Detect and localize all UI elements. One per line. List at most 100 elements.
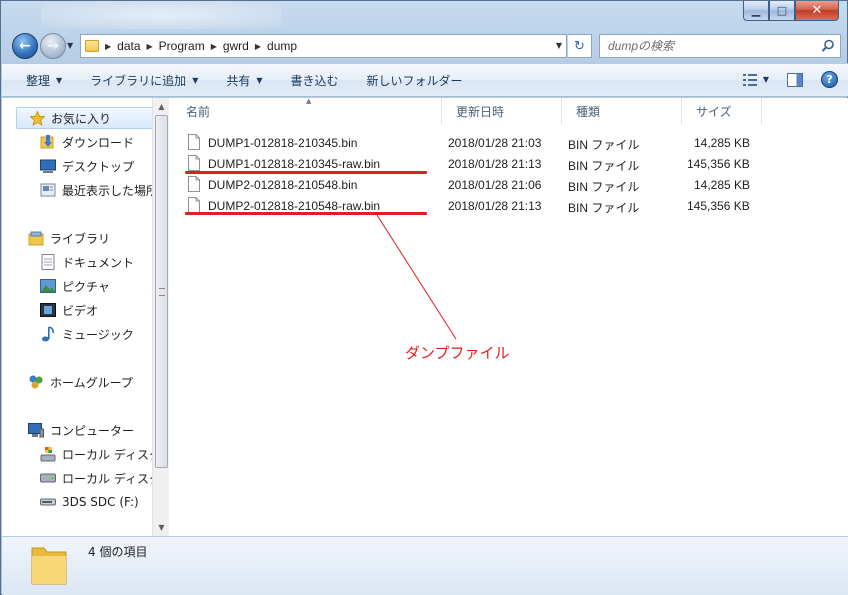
removable-drive-icon [40, 494, 56, 510]
file-name: DUMP1-012818-210345.bin [208, 136, 358, 150]
main-area: お気に入り ダウンロード デスクトップ 最近表示した場所 ライブラリ ドキュメン… [2, 97, 848, 536]
nav-item-desktop[interactable]: デスクトップ [40, 155, 134, 177]
address-dropdown-icon[interactable]: ▼ [556, 41, 562, 50]
nav-item-downloads[interactable]: ダウンロード [40, 131, 134, 153]
burn-button[interactable]: 書き込む [275, 64, 351, 96]
caret-down-icon: ▼ [256, 75, 263, 85]
maximize-icon: □ [776, 4, 788, 17]
share-menu[interactable]: 共有 ▼ [210, 64, 274, 96]
search-input[interactable] [608, 39, 808, 53]
column-header-size[interactable]: サイズ [682, 98, 762, 124]
refresh-button[interactable]: ↻ [568, 34, 592, 58]
nav-scrollbar[interactable]: ▲ ▼ [152, 98, 169, 536]
file-type: BIN ファイル [568, 201, 640, 215]
search-box[interactable] [599, 34, 841, 58]
file-date: 2018/01/28 21:03 [448, 136, 542, 150]
address-row: ← → ▼ ▶ data ▶ Program ▶ gwrd ▶ dump ▼ ↻ [1, 31, 847, 61]
file-name: DUMP2-012818-210548-raw.bin [208, 199, 381, 213]
folder-icon [85, 40, 99, 52]
breadcrumb-item[interactable]: data [117, 39, 140, 53]
file-name: DUMP1-012818-210345-raw.bin [208, 157, 381, 171]
nav-item-sd-card[interactable]: 3DS SDC (F:) [40, 491, 139, 513]
file-size: 145,356 KB [687, 157, 750, 171]
music-note-icon [40, 326, 56, 342]
nav-label: ダウンロード [62, 135, 135, 150]
column-headers: ▲ 名前 更新日時 種類 サイズ [172, 97, 848, 124]
column-header-name[interactable]: 名前 [172, 98, 442, 124]
search-icon[interactable] [821, 39, 835, 53]
system-drive-icon [40, 446, 56, 462]
nav-label: ローカル ディスク [62, 471, 152, 486]
maximize-button[interactable]: □ [769, 1, 795, 21]
annotation-pointer-line [376, 214, 457, 340]
file-icon [188, 197, 200, 213]
nav-item-favorites[interactable]: お気に入り [16, 107, 152, 129]
view-dropdown-icon[interactable]: ▼ [763, 75, 769, 84]
homegroup-icon [28, 374, 44, 390]
nav-item-music[interactable]: ミュージック [40, 323, 134, 345]
organize-label: 整理 [26, 73, 51, 88]
recent-pages-dropdown[interactable]: ▼ [67, 41, 73, 50]
caret-down-icon: ▼ [192, 75, 199, 85]
nav-item-homegroup[interactable]: ホームグループ [28, 371, 133, 393]
caret-down-icon: ▼ [56, 75, 63, 85]
nav-item-videos[interactable]: ビデオ [40, 299, 98, 321]
nav-item-recent[interactable]: 最近表示した場所 [40, 179, 152, 201]
minimize-button[interactable]: ▁ [743, 1, 769, 21]
nav-label: ビデオ [62, 303, 99, 318]
address-bar[interactable]: ▶ data ▶ Program ▶ gwrd ▶ dump ▼ [80, 34, 567, 58]
chevron-right-icon[interactable]: ▶ [105, 42, 111, 51]
chevron-right-icon[interactable]: ▶ [211, 42, 217, 51]
file-icon [188, 134, 200, 150]
new-folder-button[interactable]: 新しいフォルダー [351, 64, 475, 96]
nav-item-local-disk-d[interactable]: ローカル ディスク [40, 467, 152, 489]
file-date: 2018/01/28 21:13 [448, 199, 542, 213]
nav-label: ミュージック [62, 327, 134, 342]
breadcrumb-item[interactable]: dump [267, 39, 297, 53]
close-button[interactable]: ✕ [795, 1, 839, 21]
preview-pane-icon[interactable] [787, 72, 803, 87]
view-options-icon[interactable] [742, 73, 757, 87]
chevron-right-icon[interactable]: ▶ [255, 42, 261, 51]
forward-button[interactable]: → [40, 33, 66, 59]
nav-label: ライブラリ [50, 231, 111, 246]
title-bar[interactable]: ▁ □ ✕ [1, 1, 847, 31]
breadcrumb-item[interactable]: gwrd [223, 39, 249, 53]
scroll-up-icon[interactable]: ▲ [153, 98, 170, 115]
grip-icon [159, 288, 165, 296]
back-button[interactable]: ← [12, 33, 38, 59]
nav-item-pictures[interactable]: ピクチャ [40, 275, 110, 297]
file-size: 145,356 KB [687, 199, 750, 213]
documents-icon [40, 254, 56, 270]
file-type: BIN ファイル [568, 180, 640, 194]
navigation-pane: お気に入り ダウンロード デスクトップ 最近表示した場所 ライブラリ ドキュメン… [10, 98, 152, 536]
window-controls: ▁ □ ✕ [743, 1, 839, 21]
scrollbar-thumb[interactable] [155, 115, 168, 468]
details-pane: 4 個の項目 [2, 536, 848, 595]
nav-item-documents[interactable]: ドキュメント [40, 251, 134, 273]
add-to-library-menu[interactable]: ライブラリに追加 ▼ [74, 64, 210, 96]
file-list: ▲ 名前 更新日時 種類 サイズ DUMP1-012818-210345.bin… [172, 97, 848, 536]
nav-label: ドキュメント [62, 255, 135, 270]
breadcrumb-item[interactable]: Program [159, 39, 205, 53]
scroll-down-icon[interactable]: ▼ [153, 519, 170, 536]
nav-item-local-disk-c[interactable]: ローカル ディスク [40, 443, 152, 465]
file-row[interactable]: DUMP2-012818-210548.bin 2018/01/28 21:06… [184, 174, 784, 195]
chevron-right-icon[interactable]: ▶ [147, 42, 153, 51]
computer-icon [28, 422, 44, 438]
nav-item-libraries[interactable]: ライブラリ [28, 227, 110, 249]
nav-label: お気に入り [51, 111, 112, 126]
help-icon[interactable]: ? [821, 71, 838, 88]
file-size: 14,285 KB [694, 178, 751, 192]
nav-label: 最近表示した場所 [62, 183, 152, 198]
nav-label: 3DS SDC (F:) [62, 495, 139, 509]
file-size: 14,285 KB [694, 136, 751, 150]
nav-label: ホームグループ [50, 375, 133, 390]
organize-menu[interactable]: 整理 ▼ [10, 64, 74, 96]
column-header-date[interactable]: 更新日時 [442, 98, 562, 124]
column-header-type[interactable]: 種類 [562, 98, 682, 124]
file-row[interactable]: DUMP1-012818-210345.bin 2018/01/28 21:03… [184, 132, 784, 153]
nav-item-computer[interactable]: コンピューター [28, 419, 134, 441]
add-to-library-label: ライブラリに追加 [90, 73, 187, 88]
share-label: 共有 [226, 73, 251, 88]
